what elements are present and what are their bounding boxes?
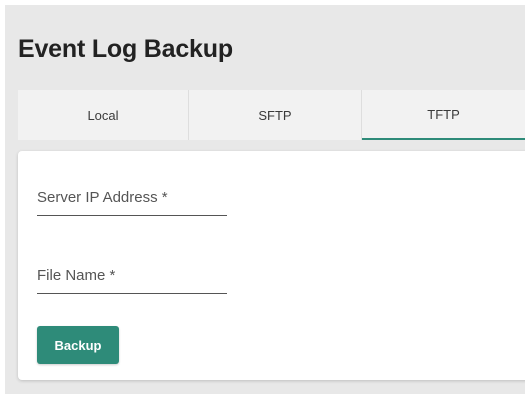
tab-sftp[interactable]: SFTP — [189, 90, 362, 140]
backup-button[interactable]: Backup — [37, 326, 119, 364]
server-ip-address-field[interactable]: Server IP Address * — [37, 189, 227, 216]
page-container: Event Log Backup Local SFTP TFTP Server … — [5, 5, 525, 394]
file-name-field[interactable]: File Name * — [37, 267, 227, 294]
tftp-backup-card: Server IP Address * File Name * Backup — [18, 151, 525, 380]
file-name-label: File Name * — [37, 267, 116, 284]
page-title: Event Log Backup — [18, 35, 233, 63]
tab-local[interactable]: Local — [18, 90, 189, 140]
server-ip-address-label: Server IP Address * — [37, 189, 168, 206]
tab-bar: Local SFTP TFTP — [18, 90, 525, 140]
tab-tftp[interactable]: TFTP — [362, 90, 525, 140]
